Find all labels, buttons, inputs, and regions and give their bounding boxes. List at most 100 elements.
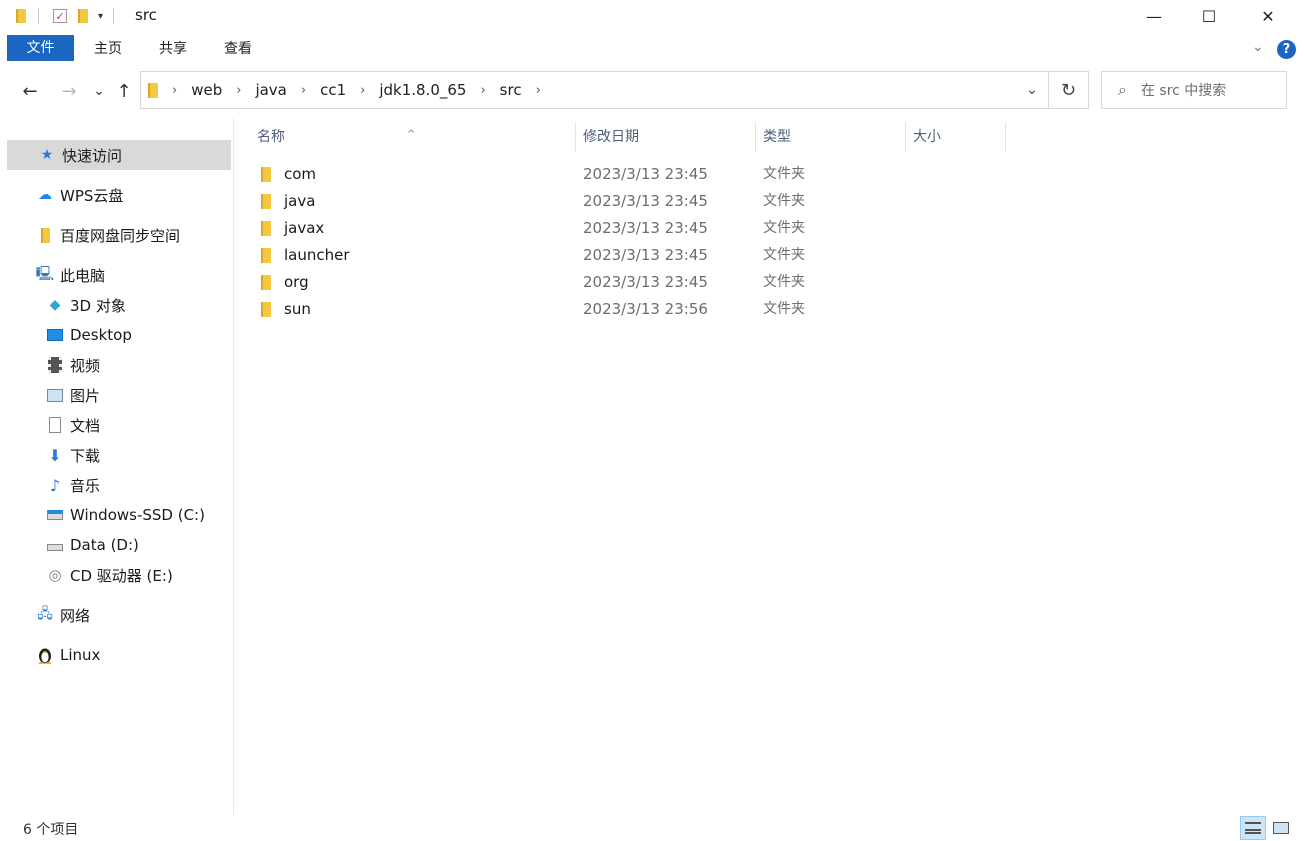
column-header-label: 大小 [913, 129, 941, 145]
refresh-icon: ↻ [1060, 79, 1077, 101]
recent-locations-button[interactable]: ⌄ [86, 77, 112, 105]
file-modified: 2023/3/13 23:45 [583, 273, 708, 291]
sidebar-item-label: WPS云盘 [60, 186, 124, 205]
file-type: 文件夹 [763, 220, 805, 236]
large-icons-view-icon [1273, 822, 1289, 834]
refresh-button[interactable]: ↻ [1049, 71, 1089, 109]
window-title: src [135, 6, 157, 24]
sidebar-item-label: Windows-SSD (C:) [70, 506, 205, 524]
folder-icon [148, 82, 158, 98]
sidebar-item-music[interactable]: ♪ 音乐 [46, 470, 100, 500]
properties-checkmark-icon[interactable]: ✓ [53, 9, 67, 23]
divider [113, 8, 115, 24]
tab-home[interactable]: 主页 [84, 36, 132, 62]
breadcrumb-separator[interactable]: › [172, 83, 177, 98]
column-header-name[interactable]: 名称 ^ [235, 122, 576, 152]
tab-share[interactable]: 共享 [149, 36, 197, 62]
breadcrumb-cc1[interactable]: cc1 [320, 81, 346, 99]
sidebar-item-drive-c[interactable]: Windows-SSD (C:) [46, 500, 205, 530]
network-icon: 🖧 [37, 606, 53, 622]
breadcrumb-separator[interactable]: › [480, 83, 485, 98]
sidebar-item-documents[interactable]: 文档 [46, 410, 100, 440]
customize-toolbar-dropdown-icon[interactable]: ▾ [98, 11, 103, 22]
sidebar-item-network[interactable]: 🖧 网络 [36, 600, 90, 630]
column-header-modified[interactable]: 修改日期 [576, 122, 756, 152]
star-icon: ★ [40, 147, 54, 163]
sidebar-item-drive-d[interactable]: Data (D:) [46, 530, 139, 560]
file-row[interactable]: javax 2023/3/13 23:45 文件夹 [235, 215, 1304, 242]
file-row[interactable]: org 2023/3/13 23:45 文件夹 [235, 269, 1304, 296]
document-icon [46, 416, 64, 434]
sidebar-item-baidu-sync[interactable]: 百度网盘同步空间 [36, 220, 180, 250]
folder-icon [261, 302, 275, 317]
download-icon: ⬇ [48, 445, 62, 465]
sidebar-item-label: Linux [60, 646, 101, 664]
sidebar-item-label: 网络 [60, 606, 91, 625]
folder-icon [261, 221, 275, 236]
breadcrumb-jdk[interactable]: jdk1.8.0_65 [379, 81, 466, 99]
breadcrumb-src[interactable]: src [500, 81, 522, 99]
sidebar-item-label: 快速访问 [62, 146, 123, 165]
sidebar-item-pictures[interactable]: 图片 [46, 380, 100, 410]
up-button[interactable]: ↑ [111, 77, 137, 105]
sidebar-item-3d-objects[interactable]: ◆ 3D 对象 [46, 290, 126, 320]
breadcrumb-web[interactable]: web [191, 81, 222, 99]
tab-file[interactable]: 文件 [7, 35, 74, 61]
sidebar-item-label: 图片 [70, 386, 101, 405]
file-row[interactable]: com 2023/3/13 23:45 文件夹 [235, 161, 1304, 188]
column-header-size[interactable]: 大小 [906, 122, 1006, 152]
sidebar-item-label: 此电脑 [60, 266, 106, 285]
address-history-button[interactable]: ⌄ [1016, 71, 1048, 109]
column-header-type[interactable]: 类型 [756, 122, 906, 152]
file-type: 文件夹 [763, 166, 805, 182]
folder-icon [36, 226, 54, 244]
file-row[interactable]: sun 2023/3/13 23:56 文件夹 [235, 296, 1304, 323]
breadcrumb-separator[interactable]: › [236, 83, 241, 98]
sidebar-item-downloads[interactable]: ⬇ 下载 [46, 440, 100, 470]
sidebar-item-quick-access[interactable]: ★ 快速访问 [7, 140, 231, 170]
file-type: 文件夹 [763, 247, 805, 263]
picture-icon [46, 386, 64, 404]
file-row[interactable]: launcher 2023/3/13 23:45 文件夹 [235, 242, 1304, 269]
sidebar-item-wps-cloud[interactable]: ☁ WPS云盘 [36, 180, 123, 210]
file-type: 文件夹 [763, 274, 805, 290]
help-button[interactable]: ? [1277, 40, 1296, 59]
folder-icon [261, 248, 275, 263]
sidebar-item-label: 文档 [70, 416, 101, 435]
back-button[interactable]: ← [17, 77, 43, 105]
close-button[interactable]: ✕ [1245, 0, 1291, 32]
sidebar-item-label: 下载 [70, 446, 101, 465]
cloud-icon: ☁ [38, 187, 52, 203]
sidebar-item-label: 3D 对象 [70, 296, 126, 315]
file-modified: 2023/3/13 23:45 [583, 219, 708, 237]
sidebar-item-videos[interactable]: 视频 [46, 350, 100, 380]
file-row[interactable]: java 2023/3/13 23:45 文件夹 [235, 188, 1304, 215]
file-name: com [284, 165, 317, 183]
music-icon: ♪ [49, 475, 61, 495]
sidebar-item-label: Data (D:) [70, 536, 139, 554]
item-count: 6 个项目 [23, 822, 79, 838]
sidebar-item-label: 音乐 [70, 476, 101, 495]
sidebar-item-label: 百度网盘同步空间 [60, 226, 181, 245]
file-list-pane: 名称 ^ 修改日期 类型 大小 com 2023/3/13 23:45 文件夹 … [235, 118, 1304, 815]
sidebar-item-desktop[interactable]: Desktop [46, 320, 132, 350]
new-folder-icon[interactable] [78, 9, 88, 23]
breadcrumb-separator[interactable]: › [360, 83, 365, 98]
address-bar[interactable]: › web › java › cc1 › jdk1.8.0_65 › src › [140, 71, 1049, 109]
ribbon-expand-chevron-down-icon[interactable]: ⌄ [1252, 39, 1264, 55]
breadcrumb-separator[interactable]: › [536, 83, 541, 98]
details-view-button[interactable] [1240, 816, 1266, 840]
large-icons-view-button[interactable] [1268, 816, 1294, 840]
breadcrumb-separator[interactable]: › [301, 83, 306, 98]
search-box[interactable]: ⌕ 在 src 中搜索 [1101, 71, 1287, 109]
drive-icon [46, 536, 64, 554]
desktop-icon [46, 326, 64, 344]
sidebar-item-linux[interactable]: Linux [36, 640, 100, 670]
maximize-button[interactable]: ☐ [1186, 0, 1232, 32]
sidebar-item-drive-e[interactable]: ◎ CD 驱动器 (E:) [46, 560, 172, 590]
forward-button[interactable]: → [56, 77, 82, 105]
sidebar-item-this-pc[interactable]: 🖳 此电脑 [36, 260, 105, 290]
minimize-button[interactable]: — [1131, 0, 1177, 32]
tab-view[interactable]: 查看 [214, 36, 262, 62]
breadcrumb-java[interactable]: java [255, 81, 286, 99]
